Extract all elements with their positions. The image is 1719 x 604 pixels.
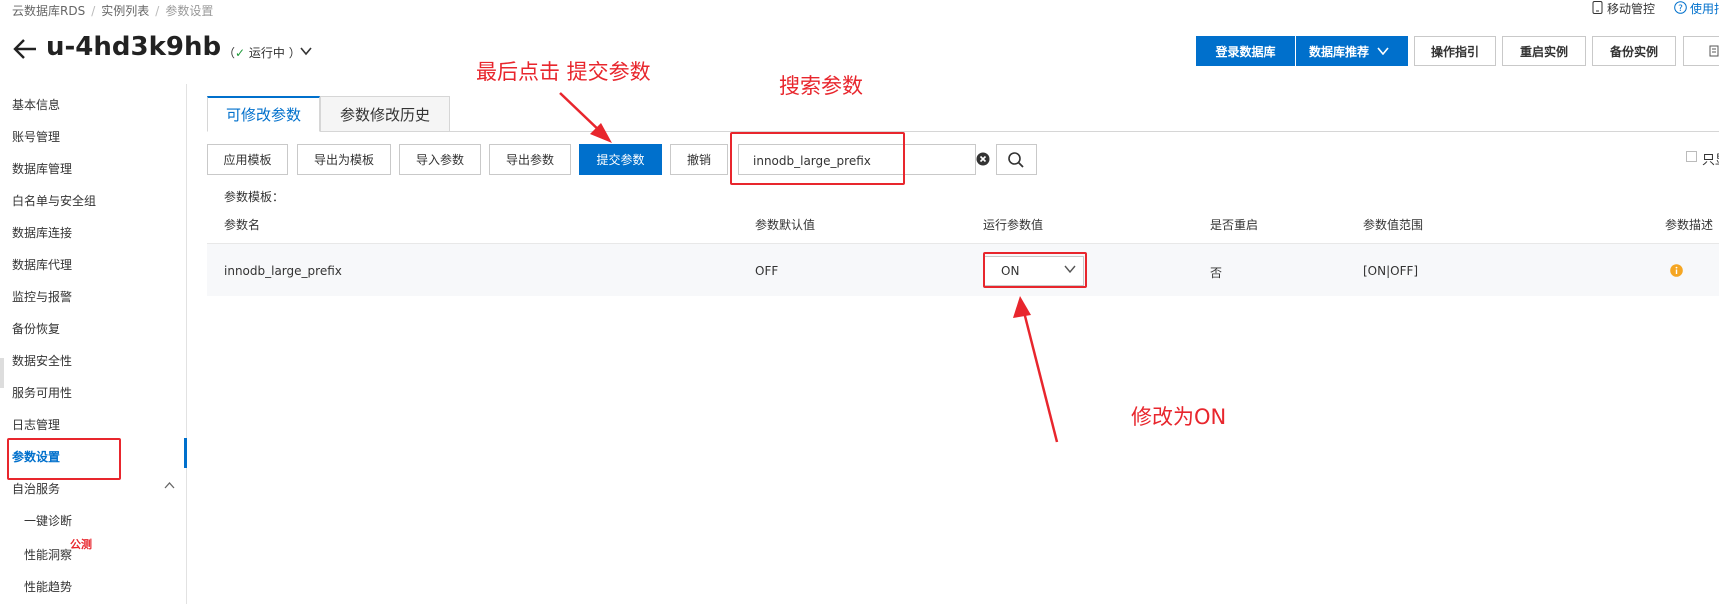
readonly-checkbox[interactable] <box>1686 151 1697 162</box>
sidebar-item-monitoring[interactable]: 监控与报警 <box>12 288 72 305</box>
import-params-button[interactable]: 导入参数 <box>399 144 481 175</box>
search-highlight-box <box>730 132 905 185</box>
sidebar-item-whitelist[interactable]: 白名单与安全组 <box>12 192 96 209</box>
header-running-value: 运行参数值 <box>983 218 1044 232</box>
sidebar-collapse-handle[interactable] <box>0 358 4 388</box>
export-params-button[interactable]: 导出参数 <box>489 144 571 175</box>
check-icon: ✓ <box>235 46 246 60</box>
tab-editable-params[interactable]: 可修改参数 <box>207 96 320 132</box>
chevron-up-icon[interactable] <box>164 481 175 489</box>
running-value-highlight-box <box>983 252 1087 288</box>
breadcrumb-rds[interactable]: 云数据库RDS <box>12 4 85 18</box>
template-label: 参数模板： <box>224 190 285 204</box>
breadcrumb: 云数据库RDS / 实例列表 / 参数设置 <box>12 4 214 18</box>
submit-params-button[interactable]: 提交参数 <box>579 144 662 175</box>
tab-param-history[interactable]: 参数修改历史 <box>320 96 450 132</box>
cell-param-name: innodb_large_prefix <box>224 264 342 278</box>
arrow-to-select-icon <box>1013 296 1059 443</box>
cell-value-range: [ON|OFF] <box>1363 264 1419 278</box>
export-template-button[interactable]: 导出为模板 <box>297 144 391 175</box>
sidebar-active-indicator <box>184 438 187 468</box>
document-icon <box>1709 45 1719 57</box>
mobile-control-link[interactable]: 移动管控 <box>1607 0 1655 17</box>
status-text: 运行中 <box>248 46 285 60</box>
sidebar-sub-insight[interactable]: 性能洞察 <box>24 546 72 563</box>
instance-status: （✓ 运行中 ） <box>223 46 301 60</box>
backup-button[interactable]: 备份实例 <box>1592 36 1676 66</box>
sidebar-highlight-box <box>7 438 121 480</box>
breadcrumb-current: 参数设置 <box>165 4 214 18</box>
svg-text:?: ? <box>1678 4 1683 14</box>
sidebar-item-basic-info[interactable]: 基本信息 <box>12 96 60 113</box>
beta-badge: 公测 <box>70 538 92 551</box>
mobile-icon <box>1592 1 1603 14</box>
restart-button[interactable]: 重启实例 <box>1502 36 1586 66</box>
sidebar-sub-trend[interactable]: 性能趋势 <box>24 578 72 595</box>
help-icon: ? <box>1674 1 1687 14</box>
cell-restart: 否 <box>1210 266 1223 280</box>
login-db-button[interactable]: 登录数据库 <box>1196 36 1295 66</box>
submit-annotation: 最后点击 提交参数 <box>476 60 651 84</box>
sidebar-item-availability[interactable]: 服务可用性 <box>12 384 72 401</box>
modify-annotation: 修改为ON <box>1131 405 1227 429</box>
header-param-name: 参数名 <box>224 218 261 232</box>
cell-default-value: OFF <box>755 264 779 278</box>
sidebar-divider <box>186 84 187 604</box>
header-value-range: 参数值范围 <box>1363 218 1424 232</box>
table-row <box>207 244 1719 296</box>
sidebar-item-logs[interactable]: 日志管理 <box>12 416 60 433</box>
instance-title: u-4hd3k9hb <box>46 32 222 62</box>
sidebar-item-autonomy[interactable]: 自治服务 <box>12 480 60 497</box>
undo-button[interactable]: 撤销 <box>670 144 728 175</box>
usage-guide-link[interactable]: 使用指 <box>1690 0 1719 17</box>
clear-icon[interactable] <box>976 152 990 166</box>
search-icon <box>1008 152 1024 168</box>
header-restart: 是否重启 <box>1210 218 1259 232</box>
sidebar-sub-diagnosis[interactable]: 一键诊断 <box>24 512 72 529</box>
readonly-label: 只显 <box>1702 153 1719 168</box>
back-arrow-icon[interactable] <box>12 38 38 60</box>
header-default-value: 参数默认值 <box>755 218 816 232</box>
sidebar-item-accounts[interactable]: 账号管理 <box>12 128 60 145</box>
breadcrumb-instances[interactable]: 实例列表 <box>101 4 149 18</box>
sidebar-item-proxy[interactable]: 数据库代理 <box>12 256 72 273</box>
guide-button[interactable]: 操作指引 <box>1414 36 1496 66</box>
arrow-to-submit-icon <box>559 92 612 143</box>
chevron-down-icon[interactable] <box>300 46 312 56</box>
search-annotation: 搜索参数 <box>779 74 863 98</box>
sidebar-item-backup[interactable]: 备份恢复 <box>12 320 60 337</box>
chevron-down-icon <box>1377 47 1389 55</box>
info-icon[interactable] <box>1670 264 1683 277</box>
sidebar-item-connections[interactable]: 数据库连接 <box>12 224 72 241</box>
db-recommend-button[interactable]: 数据库推荐 <box>1296 36 1408 66</box>
more-button[interactable] <box>1683 36 1719 66</box>
sidebar-item-databases[interactable]: 数据库管理 <box>12 160 72 177</box>
apply-template-button[interactable]: 应用模板 <box>207 144 288 175</box>
sidebar-item-security[interactable]: 数据安全性 <box>12 352 72 369</box>
header-description: 参数描述 <box>1665 218 1714 232</box>
